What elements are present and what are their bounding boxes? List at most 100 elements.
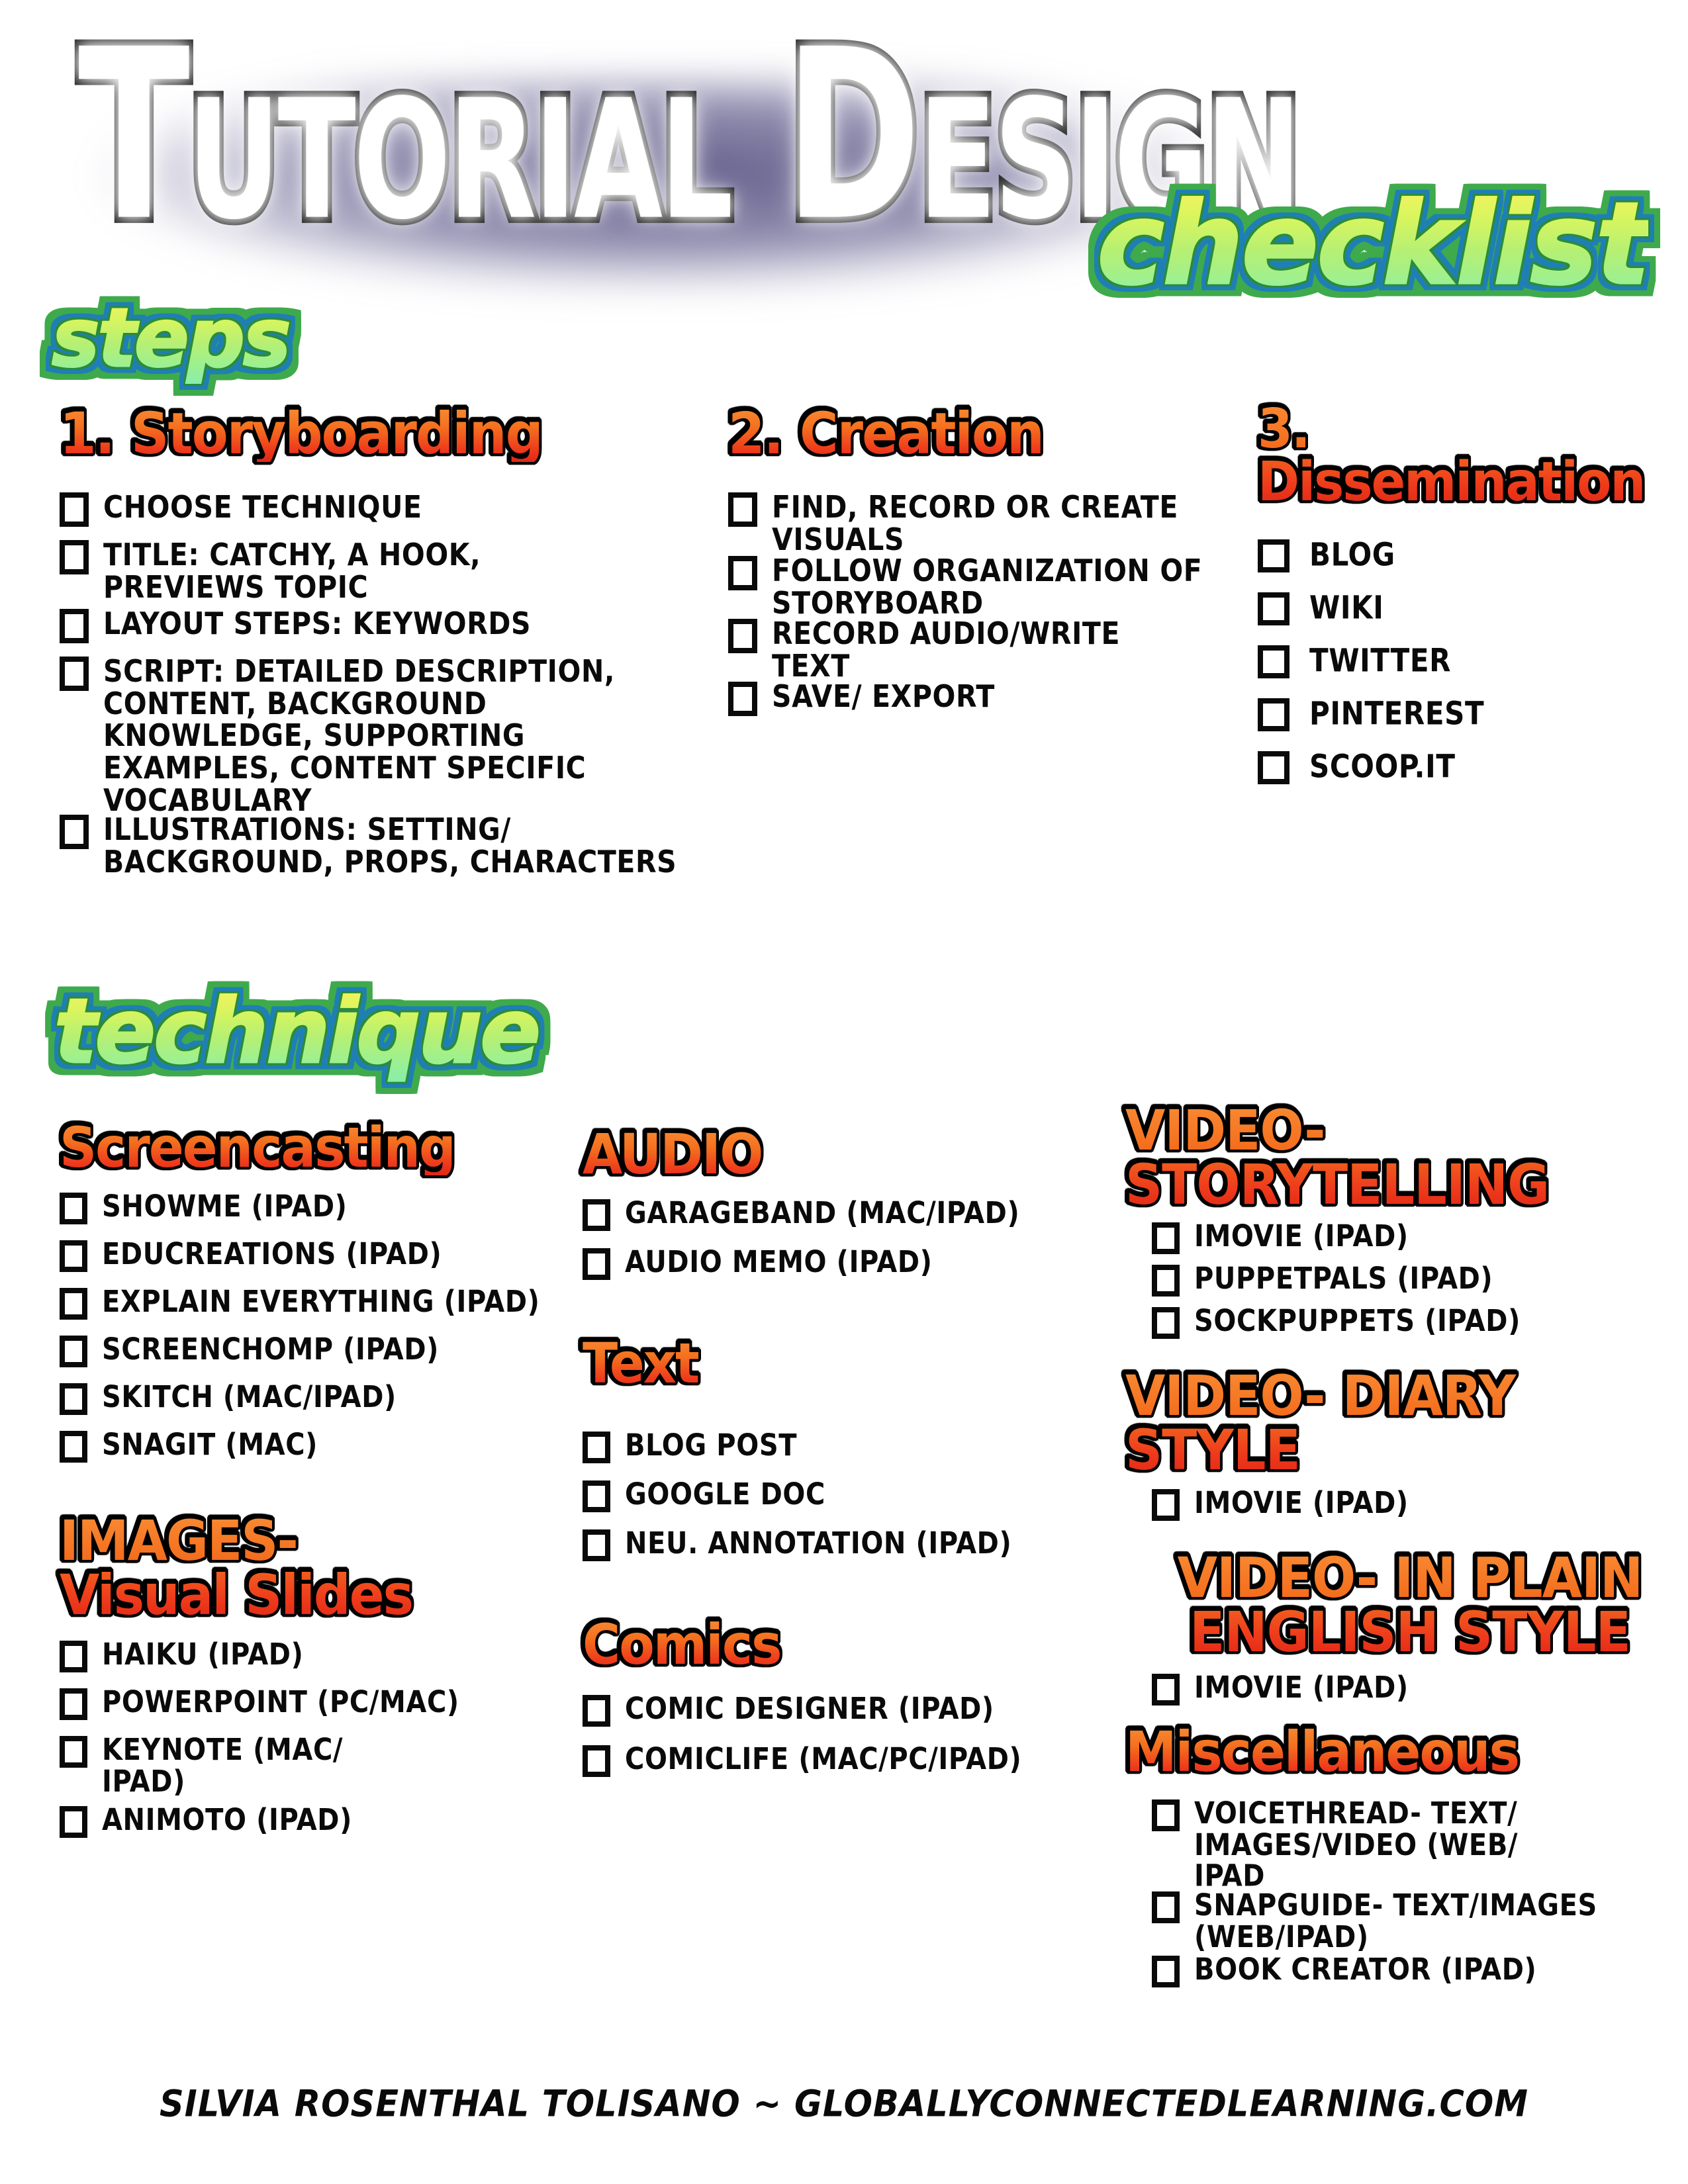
checkbox-icon[interactable] xyxy=(60,1431,87,1463)
list-item[interactable]: SKITCH (MAC/IPAD) xyxy=(60,1381,563,1415)
checkbox-icon[interactable] xyxy=(583,1199,610,1231)
list-item[interactable]: FOLLOW ORGANIZATION OF STORYBOARD xyxy=(728,553,1251,611)
list-item[interactable]: LAYOUT STEPS: KEYWORDS xyxy=(60,606,722,643)
list-item[interactable]: SOCKPUPPETS (IPAD) xyxy=(1152,1304,1688,1339)
list-item[interactable]: GARAGEBAND (MAC/IPAD) xyxy=(583,1197,1105,1231)
list-item-label: ANIMOTO (IPAD) xyxy=(102,1803,352,1837)
steps-heading-2: 2. Creation xyxy=(728,406,1043,463)
technique-heading-video-storytelling: VIDEO- STORYTELLING xyxy=(1125,1104,1688,1213)
checkbox-icon[interactable] xyxy=(60,492,89,527)
list-item-label: SAVE/ EXPORT xyxy=(772,679,995,713)
checkbox-icon[interactable] xyxy=(728,682,757,716)
checkbox-icon[interactable] xyxy=(60,540,89,574)
steps-heading-1: 1. Storyboarding xyxy=(60,406,542,463)
checkbox-icon[interactable] xyxy=(60,657,89,691)
checkbox-icon[interactable] xyxy=(1152,1265,1180,1297)
checkbox-icon[interactable] xyxy=(60,1240,87,1272)
list-item[interactable]: BOOK CREATOR (IPAD) xyxy=(1152,1953,1688,1987)
list-item[interactable]: FIND, RECORD OR CREATE VISUALS xyxy=(728,490,1251,547)
list-item[interactable]: GOOGLE DOC xyxy=(583,1478,1105,1512)
list-item[interactable]: IMOVIE (IPAD) xyxy=(1152,1220,1688,1254)
list-item[interactable]: HAIKU (IPAD) xyxy=(60,1638,563,1672)
checkbox-icon[interactable] xyxy=(1152,1222,1180,1254)
list-item[interactable]: TITLE: CATCHY, A HOOK, PREVIEWS TOPIC xyxy=(60,537,722,595)
list-item[interactable]: COMIC DESIGNER (IPAD) xyxy=(583,1692,1105,1727)
list-item[interactable]: RECORD AUDIO/WRITE TEXT xyxy=(728,616,1251,674)
checkbox-icon[interactable] xyxy=(728,492,757,527)
list-item[interactable]: IMOVIE (IPAD) xyxy=(1152,1486,1688,1521)
list-item[interactable]: SCRIPT: DETAILED DESCRIPTION, CONTENT, B… xyxy=(60,654,722,796)
list-item-label: EXPLAIN EVERYTHING (IPAD) xyxy=(102,1285,540,1318)
list-item[interactable]: SNAGIT (MAC) xyxy=(60,1428,563,1463)
checkbox-icon[interactable] xyxy=(1152,1307,1180,1339)
steps-heading-3: 3. Dissemination xyxy=(1258,402,1681,509)
technique-heading-images: IMAGES- Visual Slides xyxy=(60,1514,412,1623)
checkbox-icon[interactable] xyxy=(728,619,757,653)
checkbox-icon[interactable] xyxy=(583,1248,610,1280)
list-item[interactable]: VOICETHREAD- TEXT/ IMAGES/VIDEO (WEB/ IP… xyxy=(1152,1797,1688,1881)
checkbox-icon[interactable] xyxy=(583,1745,610,1777)
checkbox-icon[interactable] xyxy=(60,1736,87,1768)
list-item-label: GARAGEBAND (MAC/IPAD) xyxy=(625,1197,1019,1230)
checkbox-icon[interactable] xyxy=(60,1193,87,1224)
list-item[interactable]: COMICLIFE (MAC/PC/IPAD) xyxy=(583,1743,1105,1777)
list-item-label: SCREENCHOMP (IPAD) xyxy=(102,1333,439,1366)
list-item[interactable]: SCOOP.IT xyxy=(1258,749,1681,784)
checkbox-icon[interactable] xyxy=(583,1432,610,1463)
list-item[interactable]: NEU. ANNOTATION (IPAD) xyxy=(583,1527,1105,1561)
checkbox-icon[interactable] xyxy=(1152,1891,1180,1923)
list-item[interactable]: BLOG xyxy=(1258,537,1681,572)
checkbox-icon[interactable] xyxy=(1152,1799,1180,1831)
checklist-audio: GARAGEBAND (MAC/IPAD) AUDIO MEMO (IPAD) xyxy=(583,1197,1105,1280)
checkbox-icon[interactable] xyxy=(1152,1674,1180,1706)
checkbox-icon[interactable] xyxy=(60,1336,87,1367)
list-item[interactable]: ILLUSTRATIONS: SETTING/ BACKGROUND, PROP… xyxy=(60,812,722,870)
steps-column-creation: 2. Creation FIND, RECORD OR CREATE VISUA… xyxy=(728,410,1251,721)
list-item-label: POWERPOINT (PC/MAC) xyxy=(102,1686,459,1719)
list-item-label: SCRIPT: DETAILED DESCRIPTION, CONTENT, B… xyxy=(103,654,615,816)
checkbox-icon[interactable] xyxy=(60,609,89,643)
list-item-label: PINTEREST xyxy=(1304,696,1484,730)
list-item[interactable]: AUDIO MEMO (IPAD) xyxy=(583,1246,1105,1280)
list-item[interactable]: TWITTER xyxy=(1258,643,1681,678)
list-item[interactable]: SNAPGUIDE- TEXT/IMAGES (WEB/IPAD) xyxy=(1152,1889,1688,1945)
section-banner-technique: technique xyxy=(54,979,539,1083)
list-item[interactable]: KEYNOTE (MAC/ IPAD) xyxy=(60,1733,563,1790)
list-item[interactable]: EXPLAIN EVERYTHING (IPAD) xyxy=(60,1285,563,1320)
checkbox-icon[interactable] xyxy=(1258,592,1289,625)
checkbox-icon[interactable] xyxy=(1152,1489,1180,1521)
checkbox-icon[interactable] xyxy=(583,1529,610,1561)
checklist-images: HAIKU (IPAD) POWERPOINT (PC/MAC) KEYNOTE… xyxy=(60,1638,563,1837)
checkbox-icon[interactable] xyxy=(60,1383,87,1415)
checkbox-icon[interactable] xyxy=(728,556,757,590)
steps-section: 1. Storyboarding CHOOSE TECHNIQUE TITLE:… xyxy=(0,410,1688,953)
checkbox-icon[interactable] xyxy=(60,1806,87,1838)
list-item[interactable]: EDUCREATIONS (IPAD) xyxy=(60,1238,563,1272)
checkbox-icon[interactable] xyxy=(1258,539,1289,572)
list-item[interactable]: ANIMOTO (IPAD) xyxy=(60,1803,563,1838)
checkbox-icon[interactable] xyxy=(1152,1956,1180,1987)
list-item[interactable]: CHOOSE TECHNIQUE xyxy=(60,490,722,527)
checkbox-icon[interactable] xyxy=(60,815,89,849)
checkbox-icon[interactable] xyxy=(1258,698,1289,731)
checkbox-icon[interactable] xyxy=(60,1288,87,1320)
checkbox-icon[interactable] xyxy=(60,1688,87,1720)
checkbox-icon[interactable] xyxy=(60,1641,87,1672)
list-item[interactable]: SHOWME (IPAD) xyxy=(60,1190,563,1224)
list-item[interactable]: SCREENCHOMP (IPAD) xyxy=(60,1333,563,1367)
checkbox-icon[interactable] xyxy=(583,1480,610,1512)
list-item[interactable]: BLOG POST xyxy=(583,1429,1105,1463)
list-item-label: PUPPETPALS (IPAD) xyxy=(1194,1262,1493,1295)
list-item[interactable]: POWERPOINT (PC/MAC) xyxy=(60,1686,563,1720)
technique-column-right: VIDEO- STORYTELLING IMOVIE (IPAD) PUPPET… xyxy=(1125,1112,1688,1995)
checkbox-icon[interactable] xyxy=(583,1695,610,1727)
checkbox-icon[interactable] xyxy=(1258,751,1289,784)
list-item[interactable]: PINTEREST xyxy=(1258,696,1681,731)
list-item-label: VOICETHREAD- TEXT/ IMAGES/VIDEO (WEB/ IP… xyxy=(1194,1797,1518,1893)
list-item[interactable]: IMOVIE (IPAD) xyxy=(1152,1671,1688,1706)
list-item[interactable]: WIKI xyxy=(1258,590,1681,625)
list-item[interactable]: PUPPETPALS (IPAD) xyxy=(1152,1262,1688,1297)
list-item[interactable]: SAVE/ EXPORT xyxy=(728,679,1251,716)
checkbox-icon[interactable] xyxy=(1258,645,1289,678)
checklist-storyboarding: CHOOSE TECHNIQUE TITLE: CATCHY, A HOOK, … xyxy=(60,490,722,870)
